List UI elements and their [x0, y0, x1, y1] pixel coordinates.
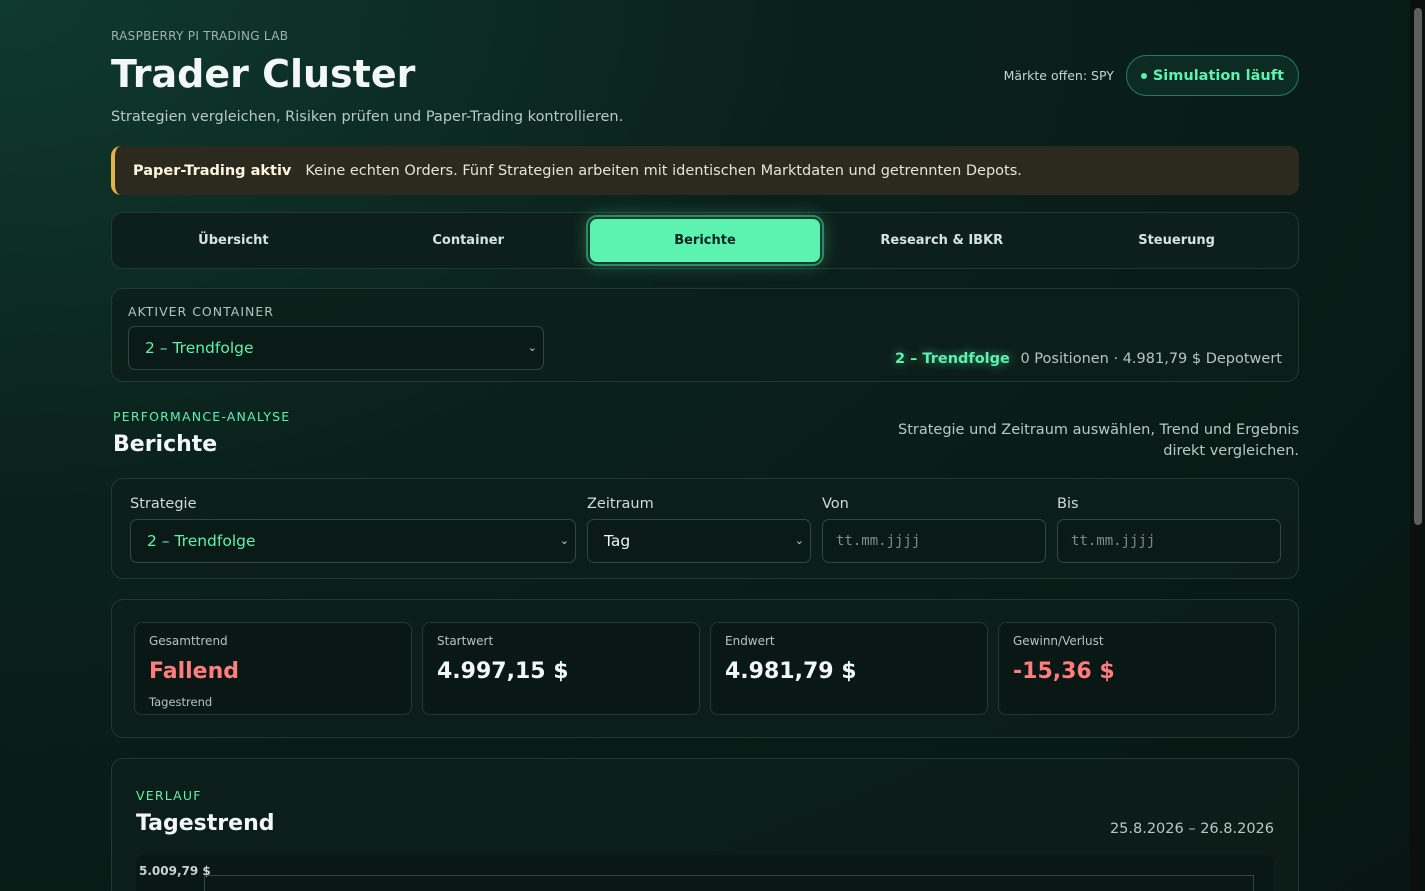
banner-title: Paper-Trading aktiv [133, 162, 292, 179]
stat-sub: Tagestrend [149, 695, 213, 709]
tab-uebersicht[interactable]: Übersicht [118, 217, 349, 264]
stat-card-profit-loss: Gewinn/Verlust -15,36 $ [998, 622, 1276, 715]
reports-description: Strategie und Zeitraum auswählen, Trend … [897, 422, 1299, 459]
from-label: Von [822, 496, 849, 512]
scrollbar-thumb[interactable] [1414, 8, 1422, 525]
reports-eyebrow: PERFORMANCE-ANALYSE [113, 409, 291, 424]
tab-berichte[interactable]: Berichte [587, 217, 823, 264]
period-value: Tag [604, 532, 631, 550]
app-eyebrow: RASPBERRY PI TRADING LAB [111, 29, 289, 43]
banner-text: Keine echten Orders. Fünf Strategien arb… [305, 162, 1022, 179]
stat-card-start-value: Startwert 4.997,15 $ [422, 622, 700, 715]
tab-research-ibkr[interactable]: Research & IBKR [826, 217, 1057, 264]
to-date-input[interactable]: tt.mm.jjjj [1057, 519, 1281, 563]
stat-label: Endwert [725, 634, 775, 648]
stat-value: Fallend [149, 659, 239, 684]
stat-card-end-value: Endwert 4.981,79 $ [710, 622, 988, 715]
markets-open-text: Märkte offen: SPY [1003, 68, 1114, 83]
header-status: Märkte offen: SPY Simulation läuft [1004, 55, 1299, 96]
simulation-status-badge[interactable]: Simulation läuft [1125, 55, 1299, 96]
tab-steuerung[interactable]: Steuerung [1061, 217, 1292, 264]
chart-plot-frame [204, 875, 1254, 891]
active-container-value: 2 – Trendfolge [145, 339, 254, 357]
stat-label: Startwert [437, 634, 494, 648]
stat-value: 4.997,15 $ [437, 659, 569, 684]
page-subtitle: Strategien vergleichen, Risiken prüfen u… [111, 109, 624, 125]
container-summary: 2 – Trendfolge 0 Positionen · 4.981,79 $… [895, 351, 1282, 367]
status-dot-icon [1140, 72, 1147, 79]
strategy-label: Strategie [130, 496, 197, 512]
scrollbar-track[interactable] [1410, 0, 1425, 891]
chevron-down-icon: ⌄ [559, 534, 569, 547]
strategy-select[interactable]: 2 – Trendfolge ⌄ [130, 519, 576, 563]
active-container-label: AKTIVER CONTAINER [128, 304, 274, 319]
period-label: Zeitraum [587, 496, 654, 512]
to-label: Bis [1057, 496, 1079, 512]
history-panel: VERLAUF Tagestrend 25.8.2026 – 26.8.2026… [111, 758, 1299, 891]
from-date-input[interactable]: tt.mm.jjjj [822, 519, 1046, 563]
tab-container[interactable]: Container [353, 217, 584, 264]
chart-y-top-label: 5.009,79 $ [139, 864, 211, 878]
report-stats-panel: Gesamttrend Fallend Tagestrend Startwert… [111, 599, 1299, 738]
chevron-down-icon: ⌄ [794, 534, 804, 547]
stat-label: Gesamttrend [149, 634, 228, 648]
stat-label: Gewinn/Verlust [1013, 634, 1104, 648]
history-eyebrow: VERLAUF [136, 788, 202, 803]
to-date-placeholder: tt.mm.jjjj [1071, 533, 1156, 549]
period-select[interactable]: Tag ⌄ [587, 519, 811, 563]
container-summary-name: 2 – Trendfolge [894, 351, 1010, 367]
history-title: Tagestrend [136, 811, 275, 836]
history-chart: 5.009,79 $ [136, 855, 1274, 891]
page-title: Trader Cluster [111, 52, 416, 96]
active-container-select[interactable]: 2 – Trendfolge ⌄ [128, 326, 544, 370]
container-summary-text: 0 Positionen · 4.981,79 $ Depotwert [1020, 351, 1282, 367]
stat-value: -15,36 $ [1013, 659, 1115, 684]
simulation-status-label: Simulation läuft [1152, 67, 1284, 84]
stat-card-total-trend: Gesamttrend Fallend Tagestrend [134, 622, 412, 715]
report-filters-panel: Strategie 2 – Trendfolge ⌄ Zeitraum Tag … [111, 478, 1299, 579]
paper-trading-banner: Paper-Trading aktiv Keine echten Orders.… [111, 146, 1299, 195]
from-date-placeholder: tt.mm.jjjj [836, 533, 921, 549]
active-container-panel: AKTIVER CONTAINER 2 – Trendfolge ⌄ 2 – T… [111, 288, 1299, 382]
reports-title: Berichte [113, 432, 218, 457]
stat-value: 4.981,79 $ [725, 659, 857, 684]
history-date-range: 25.8.2026 – 26.8.2026 [1109, 821, 1274, 837]
chevron-down-icon: ⌄ [527, 341, 537, 354]
main-tabs: Übersicht Container Berichte Research & … [111, 212, 1299, 269]
strategy-value: 2 – Trendfolge [147, 532, 256, 550]
